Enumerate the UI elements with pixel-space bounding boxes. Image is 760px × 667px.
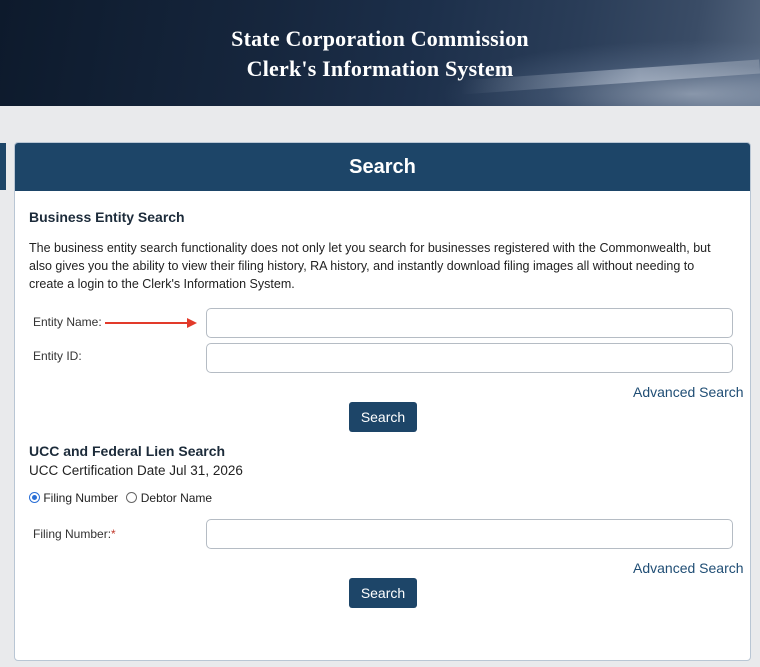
business-search-button[interactable]: Search [349, 402, 417, 432]
filing-number-radio-label[interactable]: Filing Number [43, 491, 118, 505]
filing-number-radio[interactable] [29, 492, 40, 504]
entity-name-label: Entity Name: [33, 315, 102, 329]
ucc-search-title: UCC and Federal Lien Search [29, 443, 226, 459]
business-entity-search-title: Business Entity Search [29, 209, 185, 225]
entity-id-input[interactable] [206, 343, 733, 373]
debtor-name-radio-label[interactable]: Debtor Name [141, 491, 212, 505]
filing-number-input[interactable] [206, 519, 733, 549]
search-panel-header: Search [15, 143, 750, 191]
required-marker: * [111, 527, 116, 541]
ucc-certification-date: UCC Certification Date Jul 31, 2026 [29, 463, 243, 478]
right-arrow-icon [105, 318, 197, 328]
entity-id-label: Entity ID: [33, 349, 82, 363]
filing-number-label: Filing Number:* [33, 527, 116, 541]
search-panel: Search Business Entity Search The busine… [14, 142, 751, 661]
entity-name-input[interactable] [206, 308, 733, 338]
banner-title-line2: Clerk's Information System [246, 56, 514, 81]
filing-number-label-text: Filing Number: [33, 527, 112, 541]
business-advanced-search-link[interactable]: Advanced Search [633, 384, 744, 400]
banner-title-line1: State Corporation Commission [231, 26, 529, 51]
adjacent-panel-edge [0, 143, 6, 190]
site-banner: State Corporation Commission Clerk's Inf… [0, 0, 760, 106]
ucc-search-button[interactable]: Search [349, 578, 417, 608]
ucc-advanced-search-link[interactable]: Advanced Search [633, 560, 744, 576]
debtor-name-radio[interactable] [126, 492, 138, 504]
business-search-description: The business entity search functionality… [29, 241, 711, 291]
ucc-search-type-radios: Filing Number Debtor Name [29, 490, 212, 505]
